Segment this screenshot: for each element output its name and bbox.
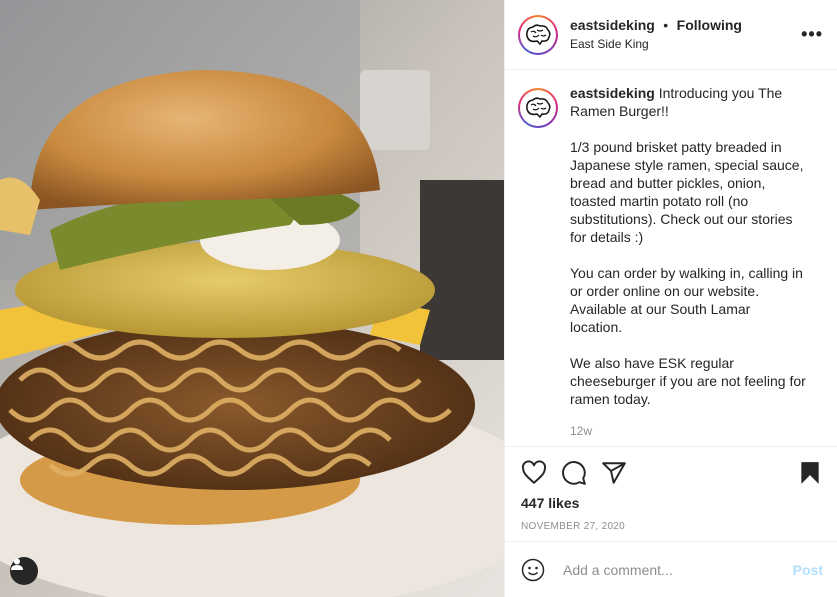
heart-icon[interactable] [521,460,547,486]
ramen-burger-image [0,0,504,597]
comment-input[interactable] [561,560,793,579]
caption-paragraph: You can order by walking in, calling in … [570,265,803,335]
share-icon[interactable] [601,460,627,486]
caption-body: eastsideking Introducing you The Ramen B… [570,84,806,440]
post-photo[interactable] [0,0,504,597]
post-button[interactable]: Post [793,562,823,578]
caption: eastsideking Introducing you The Ramen B… [505,70,837,440]
post-side-panel: eastsideking • Following East Side King … [504,0,837,597]
user-icon [11,558,23,570]
following-button[interactable]: Following [677,17,742,33]
header-text: eastsideking • Following East Side King [570,16,801,53]
post-dialog: eastsideking • Following East Side King … [0,0,837,597]
location-link[interactable]: East Side King [570,35,801,53]
likes-count[interactable]: 447 likes [521,495,823,511]
comment-form: Post [505,541,837,597]
comment-icon[interactable] [561,460,587,486]
caption-paragraph: We also have ESK regular cheeseburger if… [570,355,806,407]
caption-paragraph: 1/3 pound brisket patty breaded in Japan… [570,139,804,245]
tag-people-button[interactable] [10,557,38,585]
emoji-icon[interactable] [521,558,545,582]
time-ago[interactable]: 12w [570,422,806,440]
post-header: eastsideking • Following East Side King … [505,0,837,70]
bookmark-icon[interactable] [797,460,823,486]
post-date: NOVEMBER 27, 2020 [521,521,626,532]
action-bar: 447 likes NOVEMBER 27, 2020 [505,446,837,532]
more-options-icon[interactable]: ••• [801,24,823,45]
brain-logo-icon [526,97,551,119]
header-username[interactable]: eastsideking [570,17,655,33]
caption-avatar[interactable] [518,88,558,128]
caption-username[interactable]: eastsideking [570,85,655,101]
avatar[interactable] [518,14,558,55]
separator-dot: • [663,17,669,33]
brain-logo-icon [526,23,551,45]
